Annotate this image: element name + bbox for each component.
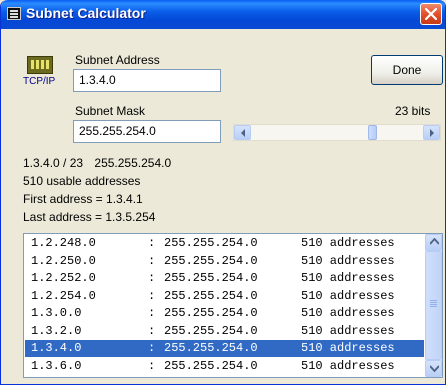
window-title: Subnet Calculator — [26, 5, 146, 21]
cidr-text: 1.3.4.0 / 23 — [23, 156, 84, 170]
subnet-address-label: Subnet Address — [75, 53, 160, 67]
subnet-mask-input[interactable]: 255.255.254.0 — [73, 120, 221, 143]
subnet-address-count: 510 addresses — [301, 288, 395, 303]
subnet-network: 1.3.4.0 — [31, 341, 82, 355]
arrow-right-icon — [430, 129, 434, 137]
subnet-mask-value: 255.255.254.0 — [164, 306, 258, 320]
slider-left-button[interactable] — [234, 125, 251, 140]
slider-right-button[interactable] — [423, 125, 440, 140]
list-item[interactable]: 1.2.250.0:255.255.254.0 510 addresses — [25, 253, 424, 270]
done-button[interactable]: Done — [371, 55, 443, 85]
subnet-mask-value: 255.255.254.0 — [164, 341, 258, 355]
subnet-network: 1.2.252.0 — [31, 271, 96, 285]
scroll-thumb[interactable] — [425, 251, 442, 360]
subnet-address-count: 510 addresses — [301, 306, 395, 320]
network-card-image — [27, 56, 53, 74]
list-item[interactable]: 1.3.2.0:255.255.254.0 510 addresses — [25, 323, 424, 340]
subnet-mask-value: 255.255.254.0 — [164, 271, 258, 285]
close-button[interactable] — [420, 3, 442, 25]
list-item[interactable]: 1.2.252.0:255.255.254.0 510 addresses — [25, 270, 424, 287]
subnet-separator: : — [148, 306, 156, 320]
arrow-left-icon — [241, 129, 245, 137]
list-item[interactable]: 1.2.248.0:255.255.254.0 510 addresses — [25, 235, 424, 252]
bits-label: 23 bits — [395, 104, 431, 118]
subnet-network: 1.2.250.0 — [31, 253, 96, 268]
subnet-address-count: 510 addresses — [301, 323, 395, 338]
subnet-separator: : — [148, 271, 156, 285]
usable-addresses: 510 usable addresses — [23, 174, 141, 188]
subnet-mask-value: 255.255.254.0 — [164, 288, 258, 303]
scroll-down-button[interactable] — [425, 360, 442, 377]
subnet-network: 1.2.248.0 — [31, 236, 96, 250]
list-item[interactable]: 1.3.4.0:255.255.254.0 510 addresses — [25, 340, 424, 357]
subnet-address-count: 510 addresses — [301, 271, 395, 285]
mask-text: 255.255.254.0 — [94, 156, 172, 170]
close-icon — [425, 8, 437, 20]
network-card-icon: TCP/IP — [23, 56, 59, 88]
first-address: First address = 1.3.4.1 — [23, 192, 143, 206]
list-item[interactable]: 1.3.6.0:255.255.254.0 510 addresses — [25, 358, 424, 375]
subnet-separator: : — [148, 236, 156, 250]
subnet-address-count: 510 addresses — [301, 236, 395, 250]
subnet-address-count: 510 addresses — [301, 358, 395, 373]
subnet-separator: : — [148, 358, 156, 373]
scroll-up-button[interactable] — [425, 234, 442, 251]
subnet-network: 1.3.6.0 — [31, 358, 82, 373]
subnet-address-count: 510 addresses — [301, 341, 395, 355]
last-address: Last address = 1.3.5.254 — [23, 210, 156, 224]
arrow-up-icon — [430, 238, 439, 245]
subnet-network: 1.3.2.0 — [31, 323, 82, 338]
slider-thumb[interactable] — [368, 125, 377, 140]
subnet-address-input[interactable]: 1.3.4.0 — [73, 69, 221, 92]
subnet-list[interactable]: 1.2.248.0:255.255.254.0 510 addresses 1.2.… — [23, 233, 443, 378]
arrow-down-icon — [430, 365, 439, 372]
subnet-network: 1.3.0.0 — [31, 306, 82, 320]
list-item[interactable]: 1.2.254.0:255.255.254.0 510 addresses — [25, 288, 424, 305]
subnet-network: 1.2.254.0 — [31, 288, 96, 303]
title-bar[interactable]: Subnet Calculator — [1, 0, 445, 29]
app-icon-label: TCP/IP — [23, 76, 56, 87]
subnet-separator: : — [148, 323, 156, 338]
subnet-mask-value: 255.255.254.0 — [164, 236, 258, 250]
calculator-icon — [7, 7, 21, 20]
subnet-separator: : — [148, 288, 156, 303]
subnet-calculator-window: Subnet Calculator TCP/IP Subnet Address … — [0, 0, 446, 385]
list-scrollbar[interactable] — [425, 234, 442, 377]
subnet-separator: : — [148, 253, 156, 268]
cidr-summary: 1.3.4.0 / 23 255.255.254.0 — [23, 156, 171, 170]
list-item[interactable]: 1.3.0.0:255.255.254.0 510 addresses — [25, 305, 424, 322]
subnet-mask-value: 255.255.254.0 — [164, 253, 258, 268]
subnet-separator: : — [148, 341, 156, 355]
subnet-mask-value: 255.255.254.0 — [164, 358, 258, 373]
subnet-address-count: 510 addresses — [301, 253, 395, 268]
subnet-mask-label: Subnet Mask — [75, 104, 146, 118]
subnet-mask-value: 255.255.254.0 — [164, 323, 258, 338]
mask-bits-slider[interactable] — [233, 124, 441, 141]
